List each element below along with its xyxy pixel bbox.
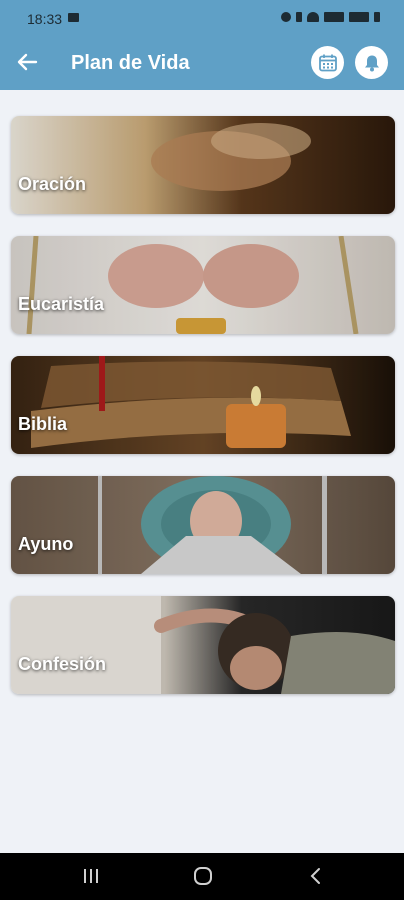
signal-icon [324, 12, 344, 22]
page-title: Plan de Vida [71, 52, 190, 74]
card-label: Biblia [18, 414, 68, 434]
calendar-button[interactable] [311, 46, 344, 79]
alarm-icon [281, 12, 291, 22]
plan-cards: Oración Eucaristía Biblia Ayuno Confesió… [11, 116, 395, 716]
fasting-plate-image [11, 476, 395, 574]
bell-icon [364, 55, 379, 71]
calendar-icon [318, 54, 337, 71]
bluetooth-icon [296, 12, 302, 22]
back-icon [310, 868, 320, 884]
battery-icon [374, 12, 380, 22]
status-icons [281, 12, 380, 22]
card-label: Ayuno [18, 534, 74, 554]
confession-image [11, 596, 395, 694]
nav-back-button[interactable] [309, 867, 323, 890]
back-button[interactable] [14, 51, 40, 75]
prayer-hands-image [11, 116, 395, 214]
recents-icon [84, 869, 98, 883]
card-oracion[interactable]: Oración [11, 116, 395, 214]
recents-button[interactable] [82, 867, 100, 890]
arrow-left-icon [17, 53, 38, 71]
status-time: 18:33 [27, 11, 63, 27]
wifi-icon [307, 12, 319, 22]
notifications-button[interactable] [355, 46, 388, 79]
card-ayuno[interactable]: Ayuno [11, 476, 395, 574]
card-label: Eucaristía [18, 294, 105, 314]
home-button[interactable] [193, 867, 213, 890]
card-label: Confesión [18, 654, 106, 674]
card-biblia[interactable]: Biblia [11, 356, 395, 454]
signal-icon [349, 12, 369, 22]
home-icon [194, 867, 212, 885]
app-bar: Plan de Vida [0, 36, 404, 90]
gallery-icon [68, 13, 79, 22]
status-bar: 18:33 [0, 0, 404, 36]
eucharist-image [11, 236, 395, 334]
card-eucaristia[interactable]: Eucaristía [11, 236, 395, 334]
bible-candle-image [11, 356, 395, 454]
system-nav-bar [0, 853, 404, 900]
card-label: Oración [18, 174, 87, 194]
card-confesion[interactable]: Confesión [11, 596, 395, 694]
